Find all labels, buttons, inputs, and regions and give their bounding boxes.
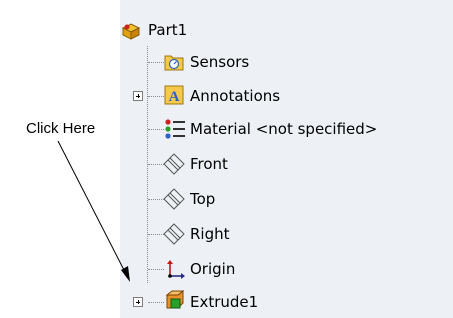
tree-connector-branch [148, 129, 164, 130]
plane-icon [163, 188, 185, 210]
tree-connector-branch [148, 62, 164, 63]
tree-item-front-plane[interactable]: Front [120, 148, 453, 180]
tree-item-label: Origin [190, 260, 236, 278]
tree-root-label: Part1 [148, 21, 188, 39]
tree-item-annotations[interactable]: A Annotations [120, 80, 453, 112]
tree-item-right-plane[interactable]: Right [120, 218, 453, 250]
tree-item-top-plane[interactable]: Top [120, 183, 453, 215]
feature-manager-tree: Part1 Sensors A Annotations Material <no… [120, 0, 453, 318]
tree-item-sensors[interactable]: Sensors [120, 46, 453, 78]
tree-item-label: Top [190, 190, 216, 208]
tree-item-label: Right [190, 225, 230, 243]
tree-item-extrude1[interactable]: Extrude1 [120, 286, 453, 318]
expand-toggle[interactable] [133, 91, 143, 101]
tree-item-origin[interactable]: Origin [120, 253, 453, 285]
annotations-icon: A [164, 85, 184, 105]
extrude-feature-icon [165, 289, 185, 309]
plane-icon [163, 223, 185, 245]
tree-item-label: Annotations [190, 87, 281, 105]
tree-item-material[interactable]: Material <not specified> [120, 113, 453, 145]
tree-connector-branch [148, 269, 164, 270]
tree-connector-branch [148, 96, 164, 97]
tree-item-label: Sensors [190, 53, 250, 71]
part-icon [121, 23, 141, 40]
origin-icon [167, 260, 185, 279]
plane-icon [163, 153, 185, 175]
tree-connector-branch [148, 302, 164, 303]
tree-item-label: Front [190, 155, 228, 173]
expand-toggle-extrude1[interactable] [133, 297, 143, 307]
material-icon [165, 119, 185, 139]
tree-item-label: Extrude1 [190, 293, 259, 311]
tree-root-part1[interactable]: Part1 [120, 14, 453, 46]
tree-item-label: Material <not specified> [190, 120, 378, 138]
callout-label: Click Here [26, 120, 96, 137]
svg-text:A: A [169, 89, 180, 105]
sensors-folder-icon [164, 55, 184, 71]
